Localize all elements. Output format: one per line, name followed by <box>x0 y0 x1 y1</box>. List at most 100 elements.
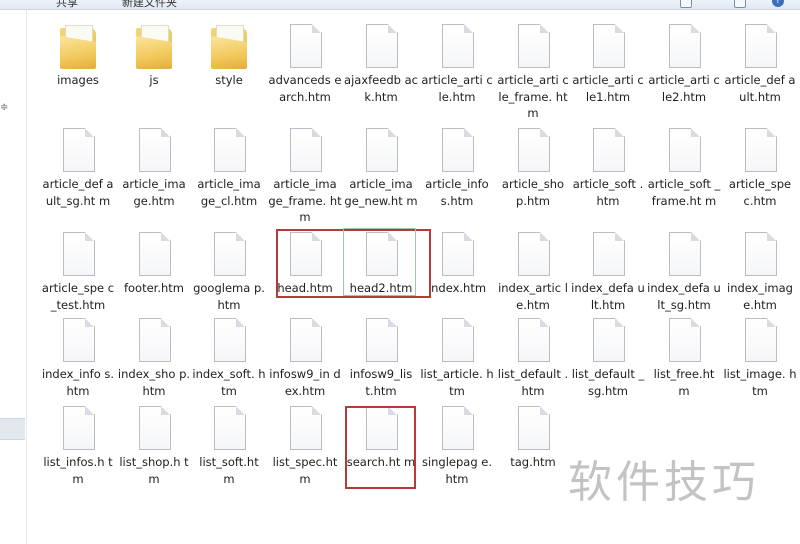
folder-item[interactable]: style <box>192 24 266 89</box>
item-label: list_free.ht m <box>653 367 715 398</box>
document-icon <box>660 128 708 176</box>
item-label: article_soft .htm <box>572 177 644 208</box>
file-item[interactable]: footer.htm <box>117 232 191 297</box>
file-item[interactable]: index_defa ult_sg.htm <box>647 232 721 313</box>
document-icon <box>357 318 405 366</box>
file-item[interactable]: index_imag e.htm <box>723 232 797 313</box>
document-icon <box>660 232 708 280</box>
document-icon <box>281 406 329 454</box>
file-item[interactable]: article_arti cle_frame. htm <box>496 24 570 122</box>
item-label: index_artic le.htm <box>498 281 568 312</box>
item-label: article_ima ge_new.ht m <box>344 177 418 208</box>
file-item[interactable]: article_sho p.htm <box>496 128 570 209</box>
item-label: list_shop.h tm <box>119 455 189 486</box>
document-icon <box>433 318 481 366</box>
document-icon <box>584 128 632 176</box>
file-item[interactable]: article_arti cle1.htm <box>571 24 645 105</box>
file-item[interactable]: googlema p.htm <box>192 232 266 313</box>
document-icon <box>281 128 329 176</box>
folder-item[interactable]: js <box>117 24 191 89</box>
file-item[interactable]: list_default .htm <box>496 318 570 399</box>
item-label: index_defa ult.htm <box>571 281 645 312</box>
document-icon <box>54 406 102 454</box>
folder-item[interactable]: images <box>41 24 115 89</box>
file-item[interactable]: singlepag e.htm <box>420 406 494 487</box>
file-item[interactable]: list_image. htm <box>723 318 797 399</box>
item-label: index_defa ult_sg.htm <box>647 281 721 312</box>
file-item[interactable]: article_spe c.htm <box>723 128 797 209</box>
file-item[interactable]: list_soft.ht m <box>192 406 266 487</box>
item-label: index_imag e.htm <box>727 281 793 312</box>
item-label: list_infos.h tm <box>43 455 113 486</box>
file-item[interactable]: index_info s.htm <box>41 318 115 399</box>
file-item[interactable]: advanceds earch.htm <box>268 24 342 105</box>
document-icon <box>509 406 557 454</box>
file-item[interactable]: article_soft .htm <box>571 128 645 209</box>
file-item[interactable]: index_soft. htm <box>192 318 266 399</box>
item-label: article_ima ge_cl.htm <box>197 177 261 208</box>
file-item[interactable]: index_defa ult.htm <box>571 232 645 313</box>
document-icon <box>509 232 557 280</box>
item-label: singlepag e.htm <box>421 455 493 486</box>
file-item[interactable]: article_def ault_sg.ht m <box>41 128 115 209</box>
folder-icon <box>54 24 102 72</box>
file-item[interactable]: index_sho p.htm <box>117 318 191 399</box>
hover-selection-head2 <box>343 228 416 296</box>
item-label: advanceds earch.htm <box>268 73 342 104</box>
file-item[interactable]: article_def ault.htm <box>723 24 797 105</box>
file-item[interactable]: article_arti cle.htm <box>420 24 494 105</box>
file-item[interactable]: tag.htm <box>496 406 570 471</box>
item-label: article_spe c.htm <box>728 177 792 208</box>
file-item[interactable]: article_ima ge_frame. htm <box>268 128 342 226</box>
file-item[interactable]: list_article. htm <box>420 318 494 399</box>
document-icon <box>130 406 178 454</box>
file-item[interactable]: article_info s.htm <box>420 128 494 209</box>
document-icon <box>433 24 481 72</box>
file-item[interactable]: article_ima ge_new.ht m <box>344 128 418 209</box>
document-icon <box>205 232 253 280</box>
document-icon <box>130 318 178 366</box>
item-label: list_default _sg.htm <box>571 367 645 398</box>
item-label: article_spe c_test.htm <box>41 281 115 312</box>
file-item[interactable]: list_free.ht m <box>647 318 721 399</box>
item-label: tag.htm <box>510 455 556 469</box>
document-icon <box>130 232 178 280</box>
file-item[interactable]: list_infos.h tm <box>41 406 115 487</box>
document-icon <box>357 128 405 176</box>
file-item[interactable]: list_spec.ht m <box>268 406 342 487</box>
document-icon <box>736 128 784 176</box>
item-label: index_sho p.htm <box>117 367 191 398</box>
item-label: footer.htm <box>123 281 185 295</box>
file-item[interactable]: index_artic le.htm <box>496 232 570 313</box>
item-label: list_soft.ht m <box>199 455 259 486</box>
document-icon <box>205 318 253 366</box>
file-item[interactable]: article_soft _frame.ht m <box>647 128 721 209</box>
file-item[interactable]: list_shop.h tm <box>117 406 191 487</box>
item-label: article_sho p.htm <box>501 177 565 208</box>
document-icon <box>736 24 784 72</box>
file-item[interactable]: article_arti cle2.htm <box>647 24 721 105</box>
item-label: list_default .htm <box>497 367 569 398</box>
file-item[interactable]: infosw9_in dex.htm <box>268 318 342 399</box>
file-item[interactable]: article_spe c_test.htm <box>41 232 115 313</box>
document-icon <box>54 128 102 176</box>
file-item[interactable]: article_ima ge.htm <box>117 128 191 209</box>
file-item[interactable]: infosw9_lis t.htm <box>344 318 418 399</box>
item-label: article_arti cle2.htm <box>648 73 720 104</box>
document-icon <box>736 232 784 280</box>
item-label: infosw9_in dex.htm <box>269 367 341 398</box>
document-icon <box>357 24 405 72</box>
document-icon <box>584 318 632 366</box>
document-icon <box>509 318 557 366</box>
file-item[interactable]: list_default _sg.htm <box>571 318 645 399</box>
file-item[interactable]: article_ima ge_cl.htm <box>192 128 266 209</box>
file-item[interactable]: ajaxfeedb ack.htm <box>344 24 418 105</box>
document-icon <box>205 128 253 176</box>
document-icon <box>584 24 632 72</box>
item-label: article_soft _frame.ht m <box>647 177 721 208</box>
document-icon <box>54 318 102 366</box>
item-label: article_def ault_sg.ht m <box>42 177 114 208</box>
file-item[interactable]: index.htm <box>420 232 494 297</box>
item-label: article_info s.htm <box>425 177 489 208</box>
watermark: 软件技巧 <box>568 457 760 508</box>
